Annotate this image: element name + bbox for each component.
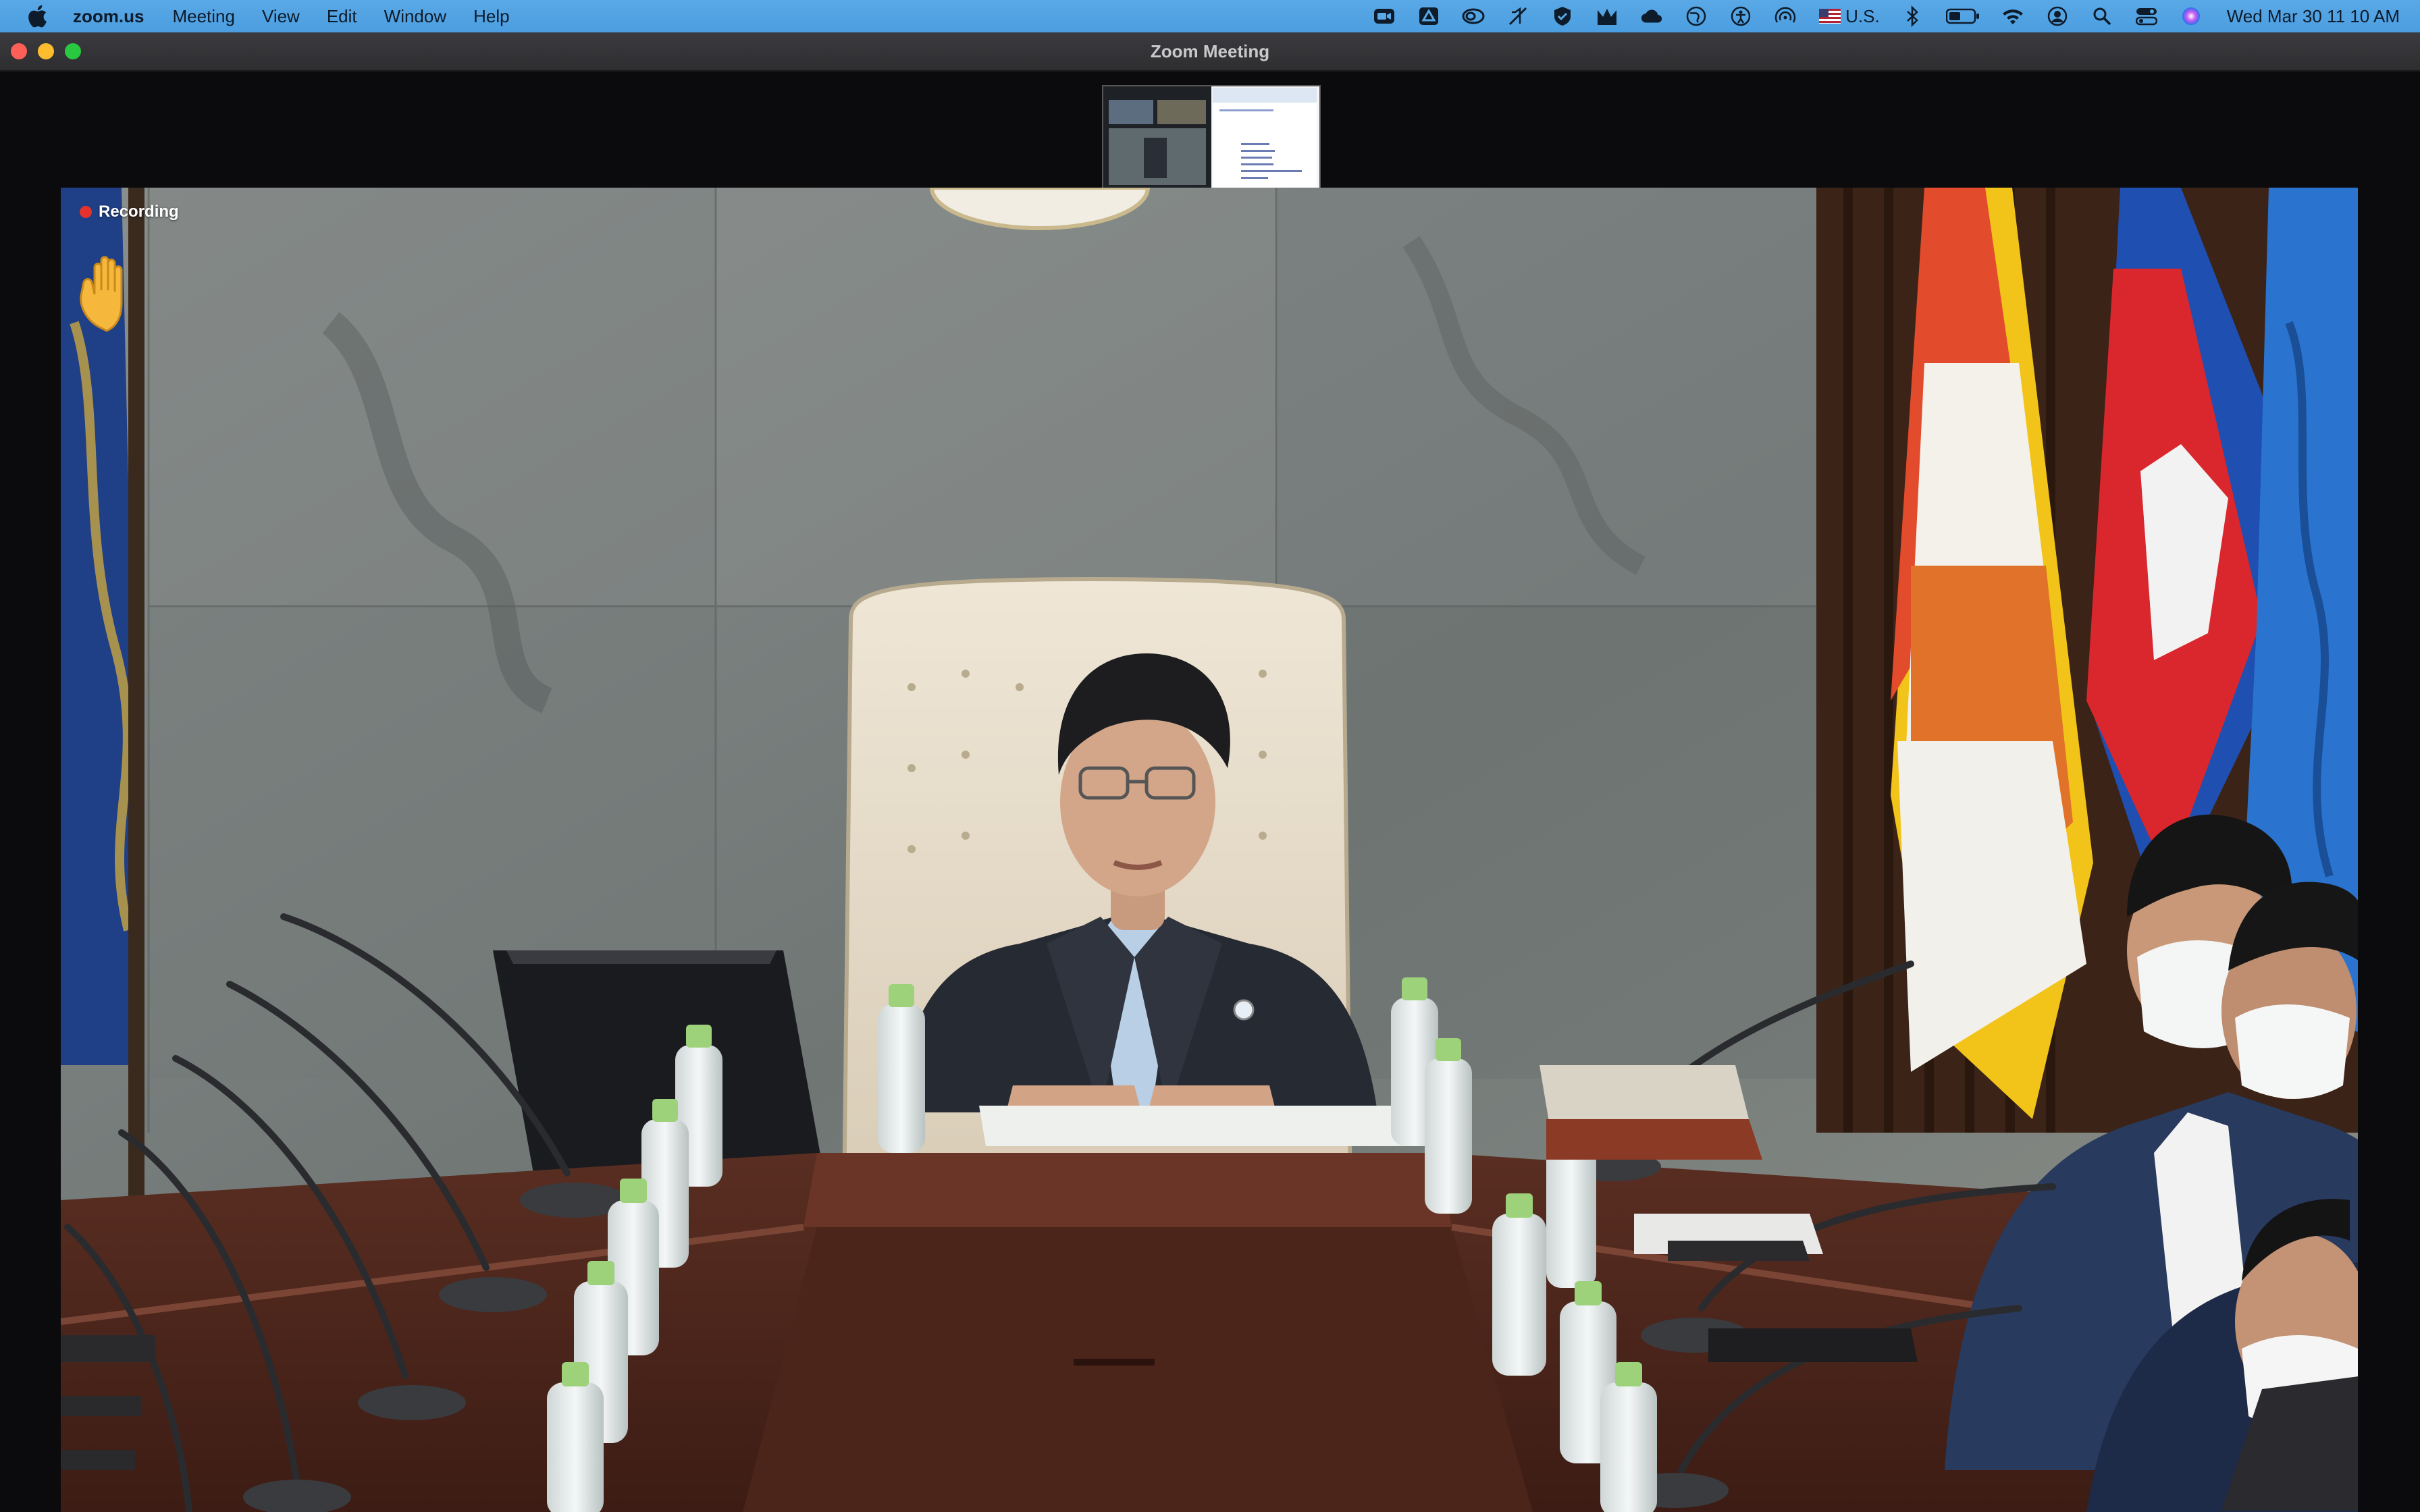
thumbnail-tile — [1109, 100, 1153, 124]
doc-line — [1241, 177, 1268, 179]
malwarebytes-icon[interactable] — [1596, 5, 1619, 28]
video-frame-illustration — [61, 188, 2358, 1512]
menu-app-name[interactable]: zoom.us — [73, 6, 144, 27]
doc-line — [1241, 163, 1273, 165]
apple-menu-icon[interactable] — [26, 5, 49, 28]
airdrop-icon[interactable] — [1774, 5, 1797, 28]
raised-hand-icon — [78, 252, 143, 333]
wifi-icon[interactable] — [2001, 5, 2024, 28]
recording-dot-icon — [80, 206, 92, 218]
window-titlebar: Zoom Meeting — [0, 32, 2420, 72]
status-area: U.S. Wed Mar 30 11 10 AM — [1351, 0, 2400, 32]
bluetooth-icon[interactable] — [1901, 5, 1924, 28]
doc-line — [1241, 170, 1302, 172]
menu-edit[interactable]: Edit — [327, 6, 357, 27]
user-icon[interactable] — [2046, 5, 2069, 28]
menu-view[interactable]: View — [262, 6, 300, 27]
menu-meeting[interactable]: Meeting — [172, 6, 235, 27]
thumbnail-doc-toolbar — [1213, 88, 1317, 103]
thumbnail-person — [1144, 138, 1167, 178]
siri-icon[interactable] — [2180, 5, 2203, 28]
recording-indicator[interactable]: Recording — [80, 202, 179, 221]
doc-line — [1219, 109, 1273, 111]
creative-cloud-icon[interactable] — [1462, 5, 1485, 28]
battery-icon[interactable] — [1945, 5, 1980, 28]
active-speaker-video[interactable]: Recording — [61, 188, 2358, 1512]
search-icon[interactable] — [2090, 5, 2113, 28]
mute-icon[interactable] — [1506, 5, 1529, 28]
thumbnail-tile — [1157, 100, 1206, 124]
menubar-clock[interactable]: Wed Mar 30 11 10 AM — [2227, 6, 2400, 27]
menu-window[interactable]: Window — [384, 6, 446, 27]
control-center-icon[interactable] — [2135, 5, 2158, 28]
recording-label: Recording — [99, 202, 179, 221]
menu-help[interactable]: Help — [473, 6, 509, 27]
menu-bar: zoom.us Meeting View Edit Window Help U.… — [0, 0, 2420, 32]
globe-icon[interactable] — [1685, 5, 1708, 28]
window-title: Zoom Meeting — [1150, 41, 1270, 61]
doc-line — [1241, 157, 1272, 159]
shield-icon[interactable] — [1551, 5, 1574, 28]
doc-line — [1241, 143, 1269, 145]
zoom-video-icon[interactable] — [1373, 5, 1396, 28]
accessibility-icon[interactable] — [1729, 5, 1752, 28]
doc-line — [1241, 150, 1275, 152]
flag-us-icon[interactable] — [1818, 5, 1841, 28]
drive-icon[interactable] — [1417, 5, 1440, 28]
input-source-label[interactable]: U.S. — [1845, 6, 1880, 27]
cloud-icon[interactable] — [1640, 5, 1663, 28]
